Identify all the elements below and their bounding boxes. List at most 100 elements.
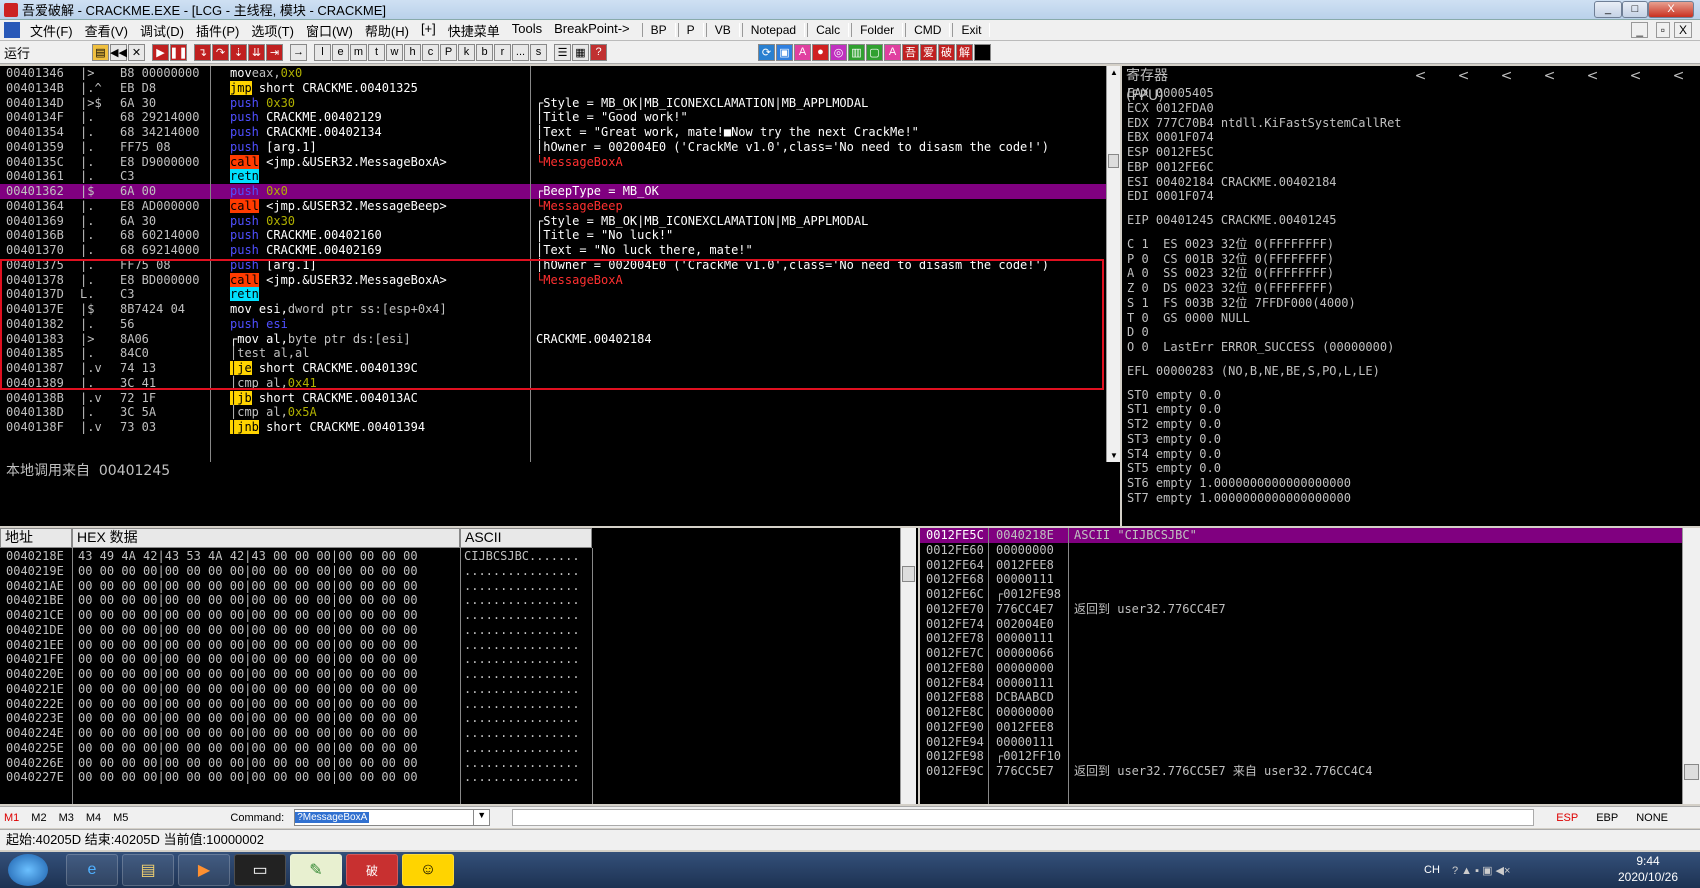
window-button[interactable]: k (458, 43, 475, 61)
menu-item[interactable]: 选项(T) (245, 21, 300, 40)
stack-row[interactable]: 0012FE88 DCBAABCD (920, 690, 1682, 705)
menu-item[interactable]: 插件(P) (190, 21, 245, 40)
explorer-icon[interactable]: ▤ (122, 854, 174, 886)
register-line[interactable]: ST2 empty 0.0 (1127, 417, 1700, 432)
register-line[interactable]: EDI 0001F074 (1127, 189, 1700, 204)
language-indicator[interactable]: CH (1424, 864, 1440, 876)
disasm-row[interactable]: 00401387 |.v 74 13 │je short CRACKME.004013… (0, 361, 1106, 376)
tool-button[interactable]: VB (705, 23, 740, 37)
stack-row[interactable]: 0012FE70 776CC4E7 返回到 user32.776CC4E7 (920, 602, 1682, 617)
register-line[interactable]: ST1 empty 0.0 (1127, 402, 1700, 417)
marker-button[interactable]: M5 (113, 812, 128, 824)
open-file-icon[interactable]: ▤ (92, 43, 109, 61)
disasm-row[interactable]: 0040134F |. 68 29214000 push CRACKME.004021… (0, 110, 1106, 125)
window-button[interactable]: e (332, 43, 349, 61)
stack-row[interactable]: 0012FE64 0012FEE8 (920, 558, 1682, 573)
menu-item[interactable]: Tools (506, 21, 548, 40)
disasm-row[interactable]: 00401364 |. E8 AD000000 call <jmp.&USER32.M… (0, 198, 1106, 214)
dump-row[interactable]: 004021AE 00 00 00 00|00 00 00 00|00 00 00… (0, 579, 900, 594)
execute-till-return-icon[interactable]: ⇥ (266, 43, 283, 61)
register-line[interactable]: EFL 00000283 (NO,B,NE,BE,S,PO,L,LE) (1127, 364, 1700, 379)
ie-icon[interactable]: e (66, 854, 118, 886)
record-icon[interactable]: ● (812, 43, 829, 61)
media-player-icon[interactable]: ▶ (178, 854, 230, 886)
stack-row[interactable]: 0012FE9C 776CC5E7 返回到 user32.776CC5E7 来自 u… (920, 764, 1682, 779)
close-debug-icon[interactable]: ✕ (128, 43, 145, 61)
stack-row[interactable]: 0012FE84 00000111 (920, 676, 1682, 691)
register-line[interactable]: ST5 empty 0.0 (1127, 461, 1700, 476)
register-line[interactable]: ST0 empty 0.0 (1127, 388, 1700, 403)
tool-button[interactable]: Calc (807, 23, 850, 37)
stack-row[interactable]: 0012FE74 002004E0 (920, 617, 1682, 632)
chevron-down-icon[interactable]: ▼ (473, 810, 489, 825)
stack-row[interactable]: 0012FE98 ┌0012FF10 (920, 749, 1682, 764)
register-line[interactable]: A 0 SS 0023 32位 0(FFFFFFFF) (1127, 266, 1700, 281)
window-button[interactable]: l (314, 43, 331, 61)
disasm-row[interactable]: 00401382 |. 56 push esi (0, 317, 1106, 332)
dump-row[interactable]: 0040219E 00 00 00 00|00 00 00 00|00 00 00… (0, 564, 900, 579)
window-button[interactable]: t (368, 43, 385, 61)
stack-row[interactable]: 0012FE78 00000111 (920, 631, 1682, 646)
goto-icon[interactable]: → (290, 43, 307, 61)
stack-row[interactable]: 0012FE8C 00000000 (920, 705, 1682, 720)
window-button[interactable]: ... (512, 43, 529, 61)
plugin-button[interactable]: 解 (956, 43, 973, 61)
register-line[interactable]: ECX 0012FDA0 (1127, 101, 1700, 116)
child-minimize-button[interactable]: _ (1631, 22, 1648, 38)
crackme-icon[interactable]: ☺ (402, 854, 454, 886)
register-nav-arrow[interactable]: < (1528, 66, 1571, 86)
dump-row[interactable]: 004021EE 00 00 00 00|00 00 00 00|00 00 00… (0, 638, 900, 653)
pause-icon[interactable]: ❚❚ (169, 43, 188, 61)
register-line[interactable]: EBP 0012FE6C (1127, 160, 1700, 175)
refresh-icon[interactable]: ⟳ (758, 43, 775, 61)
black-icon[interactable] (974, 43, 991, 61)
window-button[interactable]: r (494, 43, 511, 61)
plugin-a-icon[interactable]: A (794, 43, 811, 61)
marker-button[interactable]: M1 (4, 812, 19, 824)
dump-header-ascii[interactable]: ASCII (460, 528, 592, 548)
disasm-row[interactable]: 00401385 |. 84C0 │test al,al (0, 346, 1106, 361)
dump-row[interactable]: 0040227E 00 00 00 00|00 00 00 00|00 00 00… (0, 770, 900, 785)
run-icon[interactable]: ▶ (152, 43, 169, 61)
register-line[interactable]: EDX 777C70B4 ntdll.KiFastSystemCallRet (1127, 116, 1700, 131)
dump-row[interactable]: 0040223E 00 00 00 00|00 00 00 00|00 00 00… (0, 711, 900, 726)
dump-row[interactable]: 004021BE 00 00 00 00|00 00 00 00|00 00 00… (0, 593, 900, 608)
maximize-button[interactable]: □ (1622, 1, 1648, 18)
menu-item[interactable]: 窗口(W) (300, 21, 359, 40)
menu-item[interactable]: 查看(V) (79, 21, 134, 40)
window-button[interactable]: w (386, 43, 403, 61)
dump-row[interactable]: 0040224E 00 00 00 00|00 00 00 00|00 00 00… (0, 726, 900, 741)
command-input[interactable]: ?MessageBoxA ▼ (294, 809, 491, 826)
debugger-icon[interactable]: 破 (346, 854, 398, 886)
child-window-icon[interactable] (4, 22, 20, 38)
menu-item[interactable]: 文件(F) (24, 21, 79, 40)
window-button[interactable]: m (350, 43, 367, 61)
child-restore-button[interactable]: ▫ (1655, 22, 1670, 38)
dump-scrollbar[interactable] (900, 528, 916, 804)
register-line[interactable]: ST7 empty 1.0000000000000000000 (1127, 491, 1700, 506)
clock-time[interactable]: 9:44 (1608, 854, 1688, 868)
close-button[interactable]: X (1648, 1, 1694, 18)
register-line[interactable] (1127, 379, 1700, 388)
window-button[interactable]: s (530, 43, 547, 61)
log-icon[interactable]: ▣ (776, 43, 793, 61)
window-button[interactable]: h (404, 43, 421, 61)
dump-row[interactable]: 0040218E 43 49 4A 42|43 53 4A 42|43 00 00… (0, 549, 900, 564)
disasm-row[interactable]: 00401369 |. 6A 30 push 0x30 ┌Style = MB_OK|M… (0, 214, 1106, 229)
trace-into-icon[interactable]: ⇣ (230, 43, 247, 61)
stack-row[interactable]: 0012FE7C 00000066 (920, 646, 1682, 661)
disasm-row[interactable]: 00401378 |. E8 BD000000 call <jmp.&USER32.M… (0, 272, 1106, 288)
menu-item[interactable]: BreakPoint-> (548, 21, 636, 40)
register-line[interactable] (1127, 228, 1700, 237)
clock-date[interactable]: 2020/10/26 (1608, 870, 1688, 884)
register-line[interactable]: EBX 0001F074 (1127, 130, 1700, 145)
step-over-icon[interactable]: ↷ (212, 43, 229, 61)
stack-scrollbar[interactable] (1682, 528, 1700, 804)
register-nav-arrow[interactable]: < (1485, 66, 1528, 86)
register-line[interactable]: EIP 00401245 CRACKME.00401245 (1127, 213, 1700, 228)
disasm-row[interactable]: 0040135C |. E8 D9000000 call <jmp.&USER32.M… (0, 154, 1106, 170)
windows-icon[interactable]: ▦ (572, 43, 589, 61)
dump-row[interactable]: 0040221E 00 00 00 00|00 00 00 00|00 00 00… (0, 682, 900, 697)
register-nav-arrow[interactable]: < (1571, 66, 1614, 86)
register-line[interactable]: ESI 00402184 CRACKME.00402184 (1127, 175, 1700, 190)
